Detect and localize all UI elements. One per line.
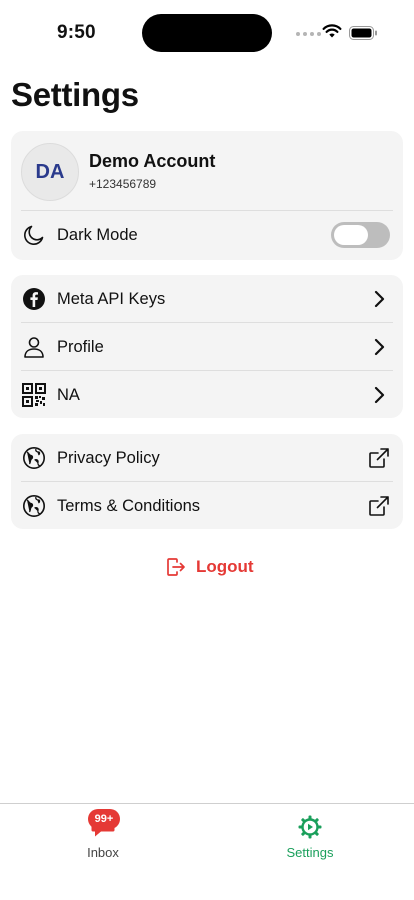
person-icon <box>21 334 47 360</box>
dark-mode-toggle[interactable] <box>331 222 390 248</box>
logout-label: Logout <box>196 557 254 576</box>
menu-item-terms-conditions[interactable]: Terms & Conditions <box>11 482 403 530</box>
menu-item-label: NA <box>57 385 80 404</box>
logout-icon <box>167 558 185 576</box>
dark-mode-row: Dark Mode <box>11 211 403 259</box>
cellular-signal-icon <box>296 32 321 36</box>
moon-icon <box>21 222 47 248</box>
external-link-icon <box>367 446 391 470</box>
tab-label: Settings <box>286 845 334 860</box>
dynamic-island <box>142 14 272 52</box>
tab-bar: 99+ Inbox Settings <box>0 803 414 900</box>
menu-item-label: Profile <box>57 337 104 356</box>
logout-button[interactable]: Logout <box>166 557 254 577</box>
gear-icon <box>298 815 322 839</box>
tab-inbox-icon-wrap: 99+ <box>53 809 153 842</box>
tab-settings-icon-wrap <box>260 812 360 842</box>
status-time: 9:50 <box>57 22 96 43</box>
menu-item-privacy-policy[interactable]: Privacy Policy <box>11 434 403 482</box>
page-title: Settings <box>11 76 139 113</box>
menu-item-meta-api-keys[interactable]: Meta API Keys <box>11 275 403 323</box>
chevron-right-icon <box>367 287 391 311</box>
globe-icon <box>21 493 47 519</box>
menu-item-label: Terms & Conditions <box>57 496 201 515</box>
chevron-right-icon <box>367 335 391 359</box>
status-bar: 9:50 <box>0 0 414 60</box>
account-phone: +123456789 <box>89 177 157 191</box>
menu-item-na[interactable]: NA <box>11 371 403 419</box>
menu-item-profile[interactable]: Profile <box>11 323 403 371</box>
qr-code-icon <box>21 382 47 408</box>
account-card: DA Demo Account +123456789 Dark Mode <box>11 131 403 260</box>
external-link-icon <box>367 494 391 518</box>
wifi-icon <box>322 24 342 38</box>
dark-mode-label: Dark Mode <box>57 225 138 244</box>
settings-links-card: Meta API Keys Profile NA <box>11 275 403 418</box>
tab-label: Inbox <box>87 845 119 860</box>
facebook-icon <box>21 286 47 312</box>
tab-inbox[interactable]: 99+ Inbox <box>53 809 153 860</box>
tab-settings[interactable]: Settings <box>260 812 360 860</box>
globe-icon <box>21 445 47 471</box>
toggle-knob <box>334 225 368 245</box>
battery-icon <box>349 26 377 40</box>
inbox-badge: 99+ <box>88 809 120 829</box>
avatar[interactable]: DA <box>21 143 79 201</box>
menu-item-label: Meta API Keys <box>57 289 166 308</box>
account-name: Demo Account <box>89 151 216 171</box>
chevron-right-icon <box>367 383 391 407</box>
menu-item-label: Privacy Policy <box>57 448 160 467</box>
legal-links-card: Privacy Policy Terms & Conditions <box>11 434 403 529</box>
